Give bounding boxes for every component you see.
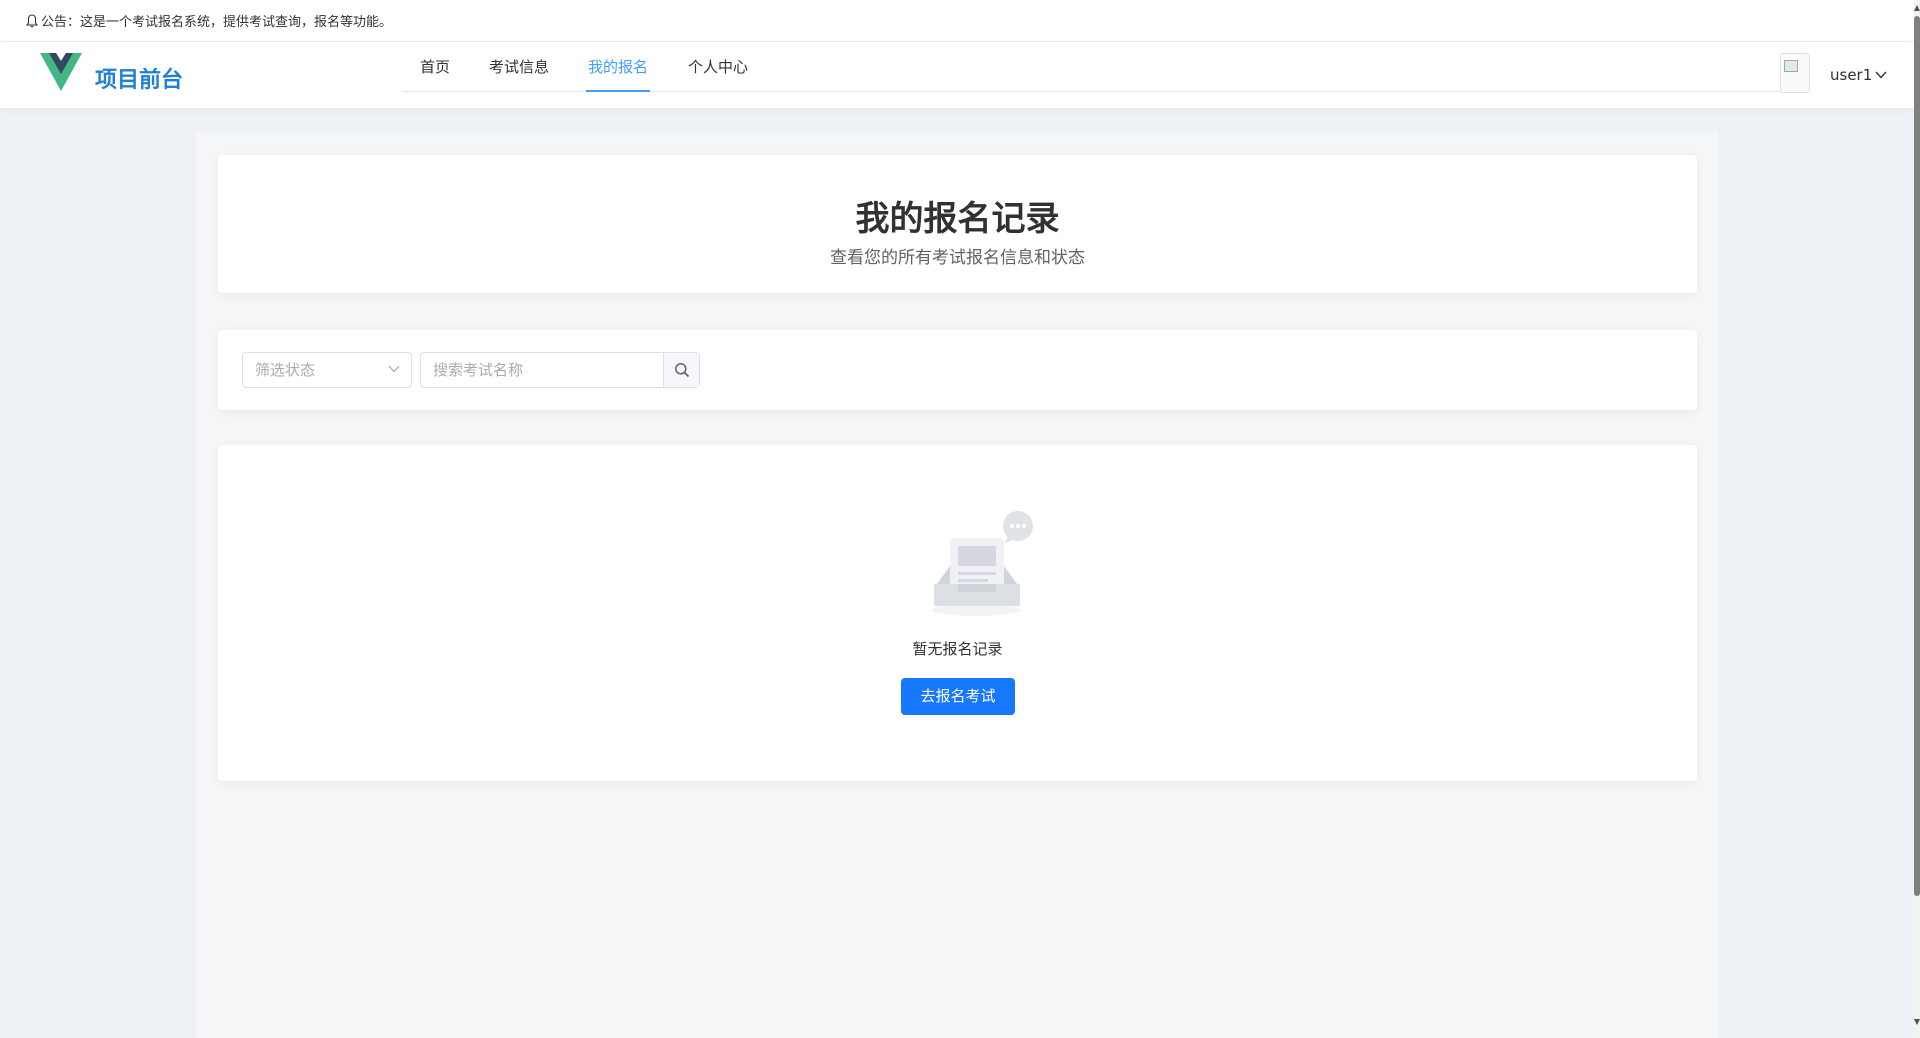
go-register-button[interactable]: 去报名考试 — [901, 678, 1015, 715]
nav-item-personal-center[interactable]: 个人中心 — [686, 42, 750, 92]
user-name: user1 — [1830, 66, 1873, 84]
scroll-down-arrow-icon[interactable] — [1914, 1016, 1920, 1028]
brand-name[interactable]: 项目前台 — [95, 62, 183, 94]
search-input[interactable] — [421, 353, 663, 387]
empty-state-text: 暂无报名记录 — [912, 640, 1003, 658]
empty-inbox-icon — [932, 511, 1033, 616]
page-subtitle: 查看您的所有考试报名信息和状态 — [830, 248, 1085, 268]
nav-item-exam-info[interactable]: 考试信息 — [487, 42, 551, 92]
scrollbar-thumb[interactable] — [1914, 16, 1920, 896]
broken-image-icon — [1784, 60, 1798, 72]
title-card: 我的报名记录 查看您的所有考试报名信息和状态 — [218, 155, 1697, 293]
chevron-down-icon — [388, 365, 400, 373]
avatar[interactable] — [1780, 53, 1810, 93]
filter-card: 筛选状态 — [218, 330, 1697, 410]
status-filter-select[interactable]: 筛选状态 — [242, 352, 412, 388]
announcement-text: 公告：这是一个考试报名系统，提供考试查询，报名等功能。 — [41, 15, 393, 30]
nav-item-home[interactable]: 首页 — [418, 42, 452, 92]
vue-logo-icon[interactable] — [40, 53, 82, 93]
search-group — [420, 352, 700, 388]
search-button[interactable] — [663, 353, 699, 387]
chevron-down-icon — [1875, 71, 1887, 79]
status-filter-placeholder: 筛选状态 — [255, 361, 316, 379]
user-menu[interactable]: user1 — [1830, 66, 1887, 84]
main-nav: 首页 考试信息 我的报名 个人中心 — [402, 42, 1782, 92]
announcement-bar: 公告：这是一个考试报名系统，提供考试查询，报名等功能。 — [0, 0, 1914, 42]
page-scrollbar[interactable] — [1914, 0, 1920, 1038]
page-title: 我的报名记录 — [855, 199, 1060, 239]
bell-icon — [26, 13, 38, 27]
search-icon — [674, 363, 689, 378]
top-header: 项目前台 首页 考试信息 我的报名 个人中心 user1 — [0, 42, 1914, 108]
nav-item-my-registrations[interactable]: 我的报名 — [586, 42, 650, 92]
scroll-up-arrow-icon[interactable] — [1914, 2, 1920, 14]
empty-state-card: 暂无报名记录 去报名考试 — [218, 445, 1697, 781]
